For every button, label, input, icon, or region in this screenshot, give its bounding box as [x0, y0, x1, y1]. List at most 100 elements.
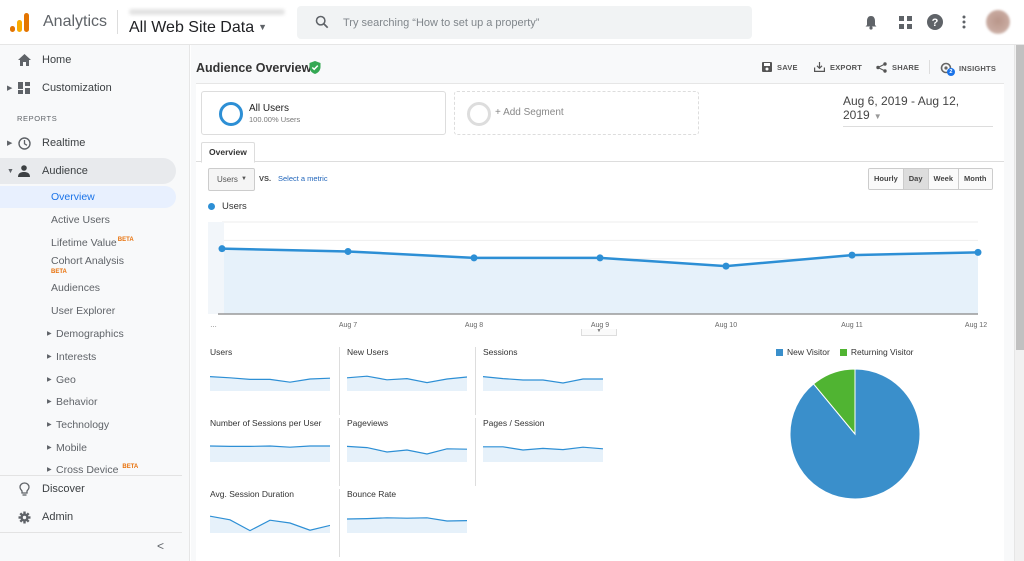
sidebar: Home ▶ Customization REPORTS ▶ Realtime …: [0, 45, 190, 561]
kpi-card[interactable]: Users: [203, 347, 338, 415]
sparkline: [210, 445, 330, 462]
avatar[interactable]: [986, 10, 1010, 34]
page-title: Audience Overview: [196, 61, 312, 75]
x-tick-label: Aug 11: [841, 322, 863, 329]
save-button[interactable]: SAVE: [762, 62, 798, 72]
verified-shield-icon: [309, 61, 321, 74]
kpi-card[interactable]: Sessions: [475, 347, 610, 415]
beta-badge: BETA: [117, 237, 134, 243]
sidebar-item-realtime[interactable]: ▶ Realtime: [0, 130, 176, 156]
sidebar-item-label: Customization: [42, 82, 112, 94]
kpi-card[interactable]: Number of Sessions per User: [203, 418, 338, 486]
help-icon[interactable]: ?: [926, 13, 944, 31]
expand-arrow-icon: ▶: [47, 445, 52, 451]
data-point: [344, 247, 352, 255]
x-tick-label: Aug 12: [965, 322, 987, 329]
granularity-week-button[interactable]: Week: [928, 169, 959, 189]
share-button[interactable]: SHARE: [876, 62, 919, 73]
legend-item-returning-visitor[interactable]: Returning Visitor: [839, 347, 914, 357]
reports-heading: REPORTS: [17, 114, 58, 123]
sidebar-item-label: Mobile: [56, 442, 87, 454]
kpi-card[interactable]: Pageviews: [339, 418, 474, 486]
collapse-arrow-icon: ▼: [7, 167, 14, 175]
divider: [0, 532, 182, 533]
insights-icon: 2: [940, 62, 955, 76]
lightbulb-icon: [17, 482, 31, 496]
select-metric-link[interactable]: Select a metric: [278, 174, 328, 183]
analytics-logo-icon[interactable]: [10, 12, 32, 32]
kpi-card[interactable]: Avg. Session Duration: [203, 489, 338, 557]
legend-label: Users: [222, 201, 247, 212]
report-content: All Users 100.00% Users + Add Segment Au…: [196, 83, 1004, 561]
sidebar-item-mobile[interactable]: ▶ Mobile: [0, 437, 176, 459]
granularity-day-button[interactable]: Day: [903, 169, 929, 189]
sidebar-item-overview[interactable]: Overview: [0, 186, 176, 208]
expand-arrow-icon: ▶: [7, 140, 13, 147]
sidebar-item-home[interactable]: Home: [0, 47, 176, 73]
sidebar-item-demographics[interactable]: ▶ Demographics: [0, 323, 176, 345]
legend-label: Returning Visitor: [850, 347, 914, 357]
sidebar-item-user-explorer[interactable]: User Explorer: [0, 300, 176, 322]
chart-resize-handle[interactable]: ▼: [581, 329, 617, 336]
kpi-card[interactable]: New Users: [339, 347, 474, 415]
save-icon: [762, 62, 772, 72]
apps-grid-icon[interactable]: [896, 13, 914, 31]
search-input[interactable]: [343, 6, 743, 39]
export-label: EXPORT: [830, 62, 863, 72]
sidebar-item-technology[interactable]: ▶ Technology: [0, 414, 176, 436]
insights-button[interactable]: 2 INSIGHTS: [940, 62, 997, 76]
scrollbar-thumb[interactable]: [1016, 45, 1024, 350]
clock-icon: [17, 136, 31, 150]
page-scrollbar[interactable]: [1014, 45, 1024, 561]
segment-all-users[interactable]: All Users 100.00% Users: [201, 91, 446, 135]
legend-swatch: [208, 203, 215, 210]
segment-ring-icon: [467, 102, 491, 126]
sidebar-item-audiences[interactable]: Audiences: [0, 277, 176, 299]
metric-select-value: Users: [217, 175, 238, 184]
bell-icon[interactable]: [862, 13, 880, 31]
vs-label: VS.: [259, 174, 272, 183]
granularity-toggle: Hourly Day Week Month: [868, 168, 993, 190]
kpi-card[interactable]: Bounce Rate: [339, 489, 474, 557]
expand-arrow-icon: ▶: [47, 422, 52, 428]
sidebar-item-label: Audience: [42, 165, 88, 177]
add-segment-button[interactable]: + Add Segment: [454, 91, 699, 135]
tab-overview[interactable]: Overview: [201, 142, 255, 163]
share-icon: [876, 62, 887, 73]
kpi-card[interactable]: Pages / Session: [475, 418, 610, 486]
data-point: [470, 254, 478, 262]
date-range-picker[interactable]: Aug 6, 2019 - Aug 12, 2019 ▼: [843, 94, 993, 127]
sidebar-item-discover[interactable]: Discover: [0, 476, 176, 502]
sidebar-item-label: Technology: [56, 419, 110, 431]
date-range-label: Aug 6, 2019 - Aug 12, 2019: [843, 94, 960, 122]
sidebar-item-cohort-analysis[interactable]: Cohort Analysis BETA: [0, 252, 176, 276]
property-selector[interactable]: All Web Site Data ▼: [129, 19, 267, 37]
metric-select[interactable]: Users ▼: [208, 168, 255, 191]
sidebar-item-interests[interactable]: ▶ Interests: [0, 346, 176, 368]
sidebar-item-lifetime-value[interactable]: Lifetime ValueBETA: [0, 232, 176, 254]
divider: [117, 10, 118, 34]
download-icon: [814, 62, 825, 72]
export-button[interactable]: EXPORT: [814, 62, 862, 72]
sidebar-item-text: Lifetime Value: [51, 237, 117, 249]
insights-label: INSIGHTS: [959, 64, 997, 73]
sparkline: [347, 517, 467, 533]
sidebar-item-audience[interactable]: ▼ Audience: [0, 158, 176, 184]
search-bar[interactable]: [297, 6, 752, 39]
sidebar-item-label: Audiences: [51, 282, 101, 294]
sidebar-item-behavior[interactable]: ▶ Behavior: [0, 391, 176, 413]
top-bar: Analytics All Web Site Data▼ ?: [0, 0, 1024, 45]
more-vert-icon[interactable]: [955, 13, 973, 31]
sidebar-item-customization[interactable]: ▶ Customization: [0, 75, 176, 101]
granularity-month-button[interactable]: Month: [959, 169, 992, 189]
sidebar-item-geo[interactable]: ▶ Geo: [0, 369, 176, 391]
sidebar-item-admin[interactable]: Admin: [0, 504, 176, 530]
sidebar-item-active-users[interactable]: Active Users: [0, 209, 176, 231]
sidebar-item-label: Lifetime ValueBETA: [51, 237, 134, 249]
sidebar-item-label: Active Users: [51, 214, 110, 226]
granularity-hourly-button[interactable]: Hourly: [869, 169, 904, 189]
expand-arrow-icon: ▶: [47, 354, 52, 360]
kpi-label: Sessions: [483, 347, 518, 357]
legend-item-new-visitor[interactable]: New Visitor: [776, 347, 830, 357]
collapse-sidebar-chevron-icon[interactable]: <: [157, 539, 164, 553]
